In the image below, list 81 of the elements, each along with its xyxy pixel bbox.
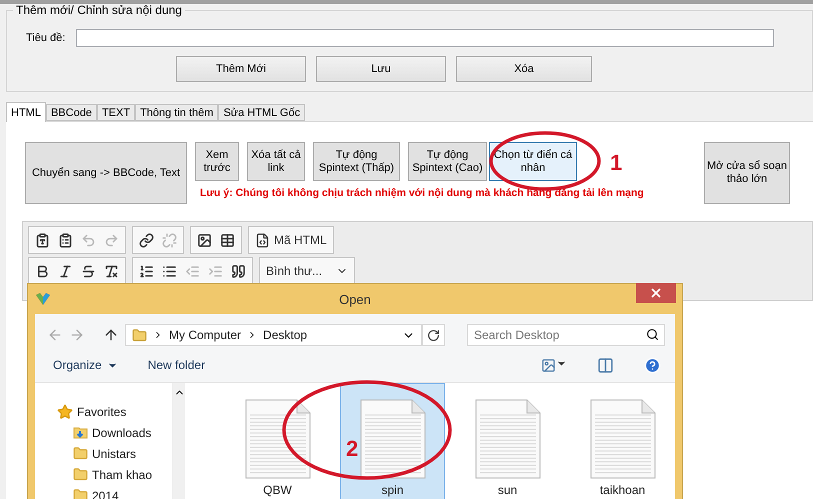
unlink-icon: [162, 232, 177, 248]
field-label: Tiêu đề:: [26, 32, 66, 44]
file-item[interactable]: taikhoan: [570, 383, 675, 499]
forward-icon: [69, 327, 85, 343]
action-button[interactable]: Tự động Spintext (Thấp): [313, 142, 400, 181]
nav-item[interactable]: Unistars: [57, 443, 136, 464]
action-button[interactable]: Chuyển sang -> BBCode, Text: [25, 142, 187, 204]
folder-icon: [73, 467, 88, 482]
nav-item[interactable]: Tham khao: [57, 464, 152, 485]
up-button[interactable]: [103, 327, 119, 343]
preview-pane-button[interactable]: [597, 356, 614, 374]
nav-item[interactable]: Downloads: [57, 422, 152, 443]
strikethrough-icon: [81, 264, 96, 278]
folder-icon: [73, 488, 88, 499]
file-item[interactable]: sun: [455, 383, 560, 499]
redo-icon: [104, 232, 119, 248]
folder-icon: [73, 446, 88, 461]
help-icon: [644, 356, 661, 374]
action-button[interactable]: Xem trước: [195, 142, 239, 181]
columns-icon: [597, 356, 614, 374]
downloads-folder-icon: [73, 425, 88, 440]
action-button[interactable]: Mở cửa sổ soạn thảo lớn: [704, 142, 790, 204]
quote-icon: [231, 264, 246, 278]
form-button[interactable]: Xóa: [456, 56, 592, 82]
action-button[interactable]: Tự động Spintext (Cao): [408, 142, 487, 181]
help-button[interactable]: [644, 356, 661, 374]
bullet-list-icon: [162, 264, 177, 278]
annotation-number: 1: [610, 150, 622, 176]
outdent-icon: [185, 264, 200, 278]
star-icon: [57, 404, 73, 420]
numbered-list-icon: [139, 264, 154, 278]
form-button[interactable]: Lưu: [316, 56, 446, 82]
organize-menu[interactable]: Organize: [53, 358, 118, 372]
action-button[interactable]: Chọn từ điển cá nhân: [489, 142, 577, 181]
code-icon: [255, 232, 270, 248]
paste-text-icon: [35, 232, 50, 248]
paste-word-icon: [58, 232, 73, 248]
app-logo-icon: [35, 291, 51, 307]
image-icon: [541, 358, 556, 372]
tab[interactable]: HTML: [6, 102, 46, 122]
tab[interactable]: TEXT: [96, 104, 136, 121]
warning-text: Lưu ý: Chúng tôi không chịu trách nhiệm với nội dung mà khách hàng đăng tải lên mạng: [200, 187, 644, 199]
back-icon: [47, 327, 63, 343]
nav-item[interactable]: Favorites: [57, 401, 126, 422]
title-field[interactable]: [76, 29, 774, 47]
document-icon: [244, 399, 310, 479]
file-item[interactable]: QBW: [225, 383, 330, 499]
search-icon: [646, 328, 659, 341]
image-icon: [197, 232, 212, 248]
folder-icon: [132, 328, 147, 342]
search-field[interactable]: Search Desktop: [467, 324, 665, 346]
refresh-icon: [426, 328, 440, 342]
source-button[interactable]: Mã HTML: [251, 228, 331, 252]
address-bar[interactable]: My Computer Desktop: [125, 324, 422, 346]
refresh-button[interactable]: [422, 324, 445, 346]
action-button[interactable]: Xóa tất cả link: [247, 142, 305, 181]
group-title: Thêm mới/ Chỉnh sửa nội dung: [13, 4, 185, 17]
format-dropdown[interactable]: Bình thư...: [262, 259, 352, 283]
breadcrumb[interactable]: My Computer: [169, 328, 242, 342]
link-icon: [139, 232, 154, 248]
form-button[interactable]: Thêm Mới: [176, 56, 306, 82]
tab[interactable]: BBCode: [46, 104, 97, 121]
tab[interactable]: Thông tin thêm: [135, 104, 218, 121]
italic-icon: [58, 264, 73, 278]
document-icon: [360, 399, 426, 479]
indent-icon: [208, 264, 223, 278]
table-icon: [220, 232, 235, 248]
up-arrow-icon: [103, 327, 119, 343]
breadcrumb[interactable]: Desktop: [263, 328, 308, 342]
new-folder-button[interactable]: New folder: [148, 358, 206, 372]
dialog-title: Open: [338, 292, 372, 306]
document-icon: [590, 399, 656, 479]
close-icon: [649, 286, 663, 300]
bold-icon: [35, 264, 50, 278]
clear-format-icon: [104, 264, 119, 278]
tab[interactable]: Sửa HTML Gốc: [218, 104, 306, 121]
document-icon: [474, 399, 540, 479]
close-button[interactable]: [636, 283, 676, 303]
view-button[interactable]: [541, 358, 567, 372]
annotation-number: 2: [346, 436, 358, 462]
undo-icon: [81, 232, 96, 248]
